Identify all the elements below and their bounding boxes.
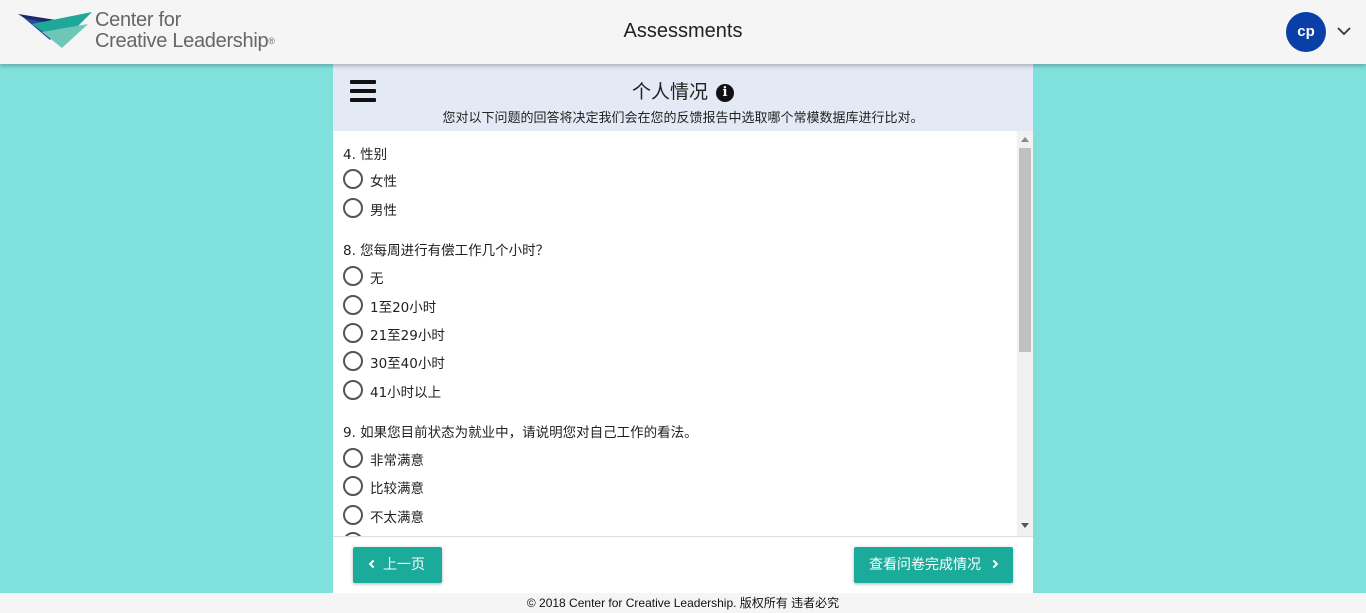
option-label: 不太满意 — [370, 510, 424, 526]
radio-button[interactable] — [343, 476, 363, 496]
assessment-panel: 个人情况 i 您对以下问题的回答将决定我们会在您的反馈报告中选取哪个常模数据库进行… — [333, 64, 1033, 593]
chevron-left-icon — [368, 559, 378, 569]
option-label: 1至20小时 — [370, 300, 437, 316]
view-completion-button[interactable]: 查看问卷完成情况 — [854, 547, 1013, 583]
top-bar: Center for Creative Leadership® Assessme… — [0, 0, 1366, 64]
info-icon[interactable]: i — [716, 84, 734, 102]
question-label: 9. 如果您目前状态为就业中，请说明您对自己工作的看法。 — [343, 425, 698, 441]
question-label: 8. 您每周进行有偿工作几个小时？ — [343, 243, 550, 259]
option-label: 41小时以上 — [370, 385, 442, 401]
navigation-bar: 上一页 查看问卷完成情况 — [333, 536, 1033, 593]
radio-button[interactable] — [343, 198, 363, 218]
chevron-down-icon[interactable] — [1337, 26, 1351, 36]
section-subtitle: 您对以下问题的回答将决定我们会在您的反馈报告中选取哪个常模数据库进行比对。 — [442, 111, 924, 126]
radio-button[interactable] — [343, 266, 363, 286]
radio-button[interactable] — [343, 380, 363, 400]
chevron-right-icon — [989, 559, 999, 569]
copyright-footer: © 2018 Center for Creative Leadership. 版… — [0, 593, 1366, 613]
user-avatar[interactable]: cp — [1286, 12, 1326, 52]
section-title: 个人情况 — [631, 81, 708, 103]
previous-page-label: 上一页 — [383, 557, 425, 573]
app-title: Assessments — [623, 20, 743, 42]
option-label: 非常满意 — [370, 453, 424, 469]
scroll-down-arrow-icon[interactable] — [1021, 523, 1029, 528]
radio-button[interactable] — [343, 169, 363, 189]
option-label: 21至29小时 — [370, 328, 445, 344]
previous-page-button[interactable]: 上一页 — [353, 547, 442, 583]
option-label: 男性 — [370, 203, 397, 219]
radio-button[interactable] — [343, 295, 363, 315]
view-completion-label: 查看问卷完成情况 — [869, 557, 981, 573]
section-header: 个人情况 i 您对以下问题的回答将决定我们会在您的反馈报告中选取哪个常模数据库进行… — [333, 64, 1033, 131]
option-label: 无 — [370, 271, 384, 287]
option-label: 30至40小时 — [370, 356, 445, 372]
radio-button[interactable] — [343, 351, 363, 371]
option-label: 女性 — [370, 174, 397, 190]
radio-button[interactable] — [343, 323, 363, 343]
section-title-row: 个人情况 i — [333, 77, 1033, 104]
scroll-up-arrow-icon[interactable] — [1021, 137, 1029, 142]
option-label: 比较满意 — [370, 481, 424, 497]
vertical-scrollbar[interactable] — [1017, 131, 1033, 536]
questions-scroll-area[interactable]: 4. 性别 女性 男性 8. 您每周进行有偿工作几个小时？ 无 1至20小时 2… — [333, 131, 1017, 536]
radio-button[interactable] — [343, 505, 363, 525]
question-label: 4. 性别 — [343, 147, 388, 163]
radio-button[interactable] — [343, 448, 363, 468]
scrollbar-thumb[interactable] — [1019, 148, 1031, 352]
